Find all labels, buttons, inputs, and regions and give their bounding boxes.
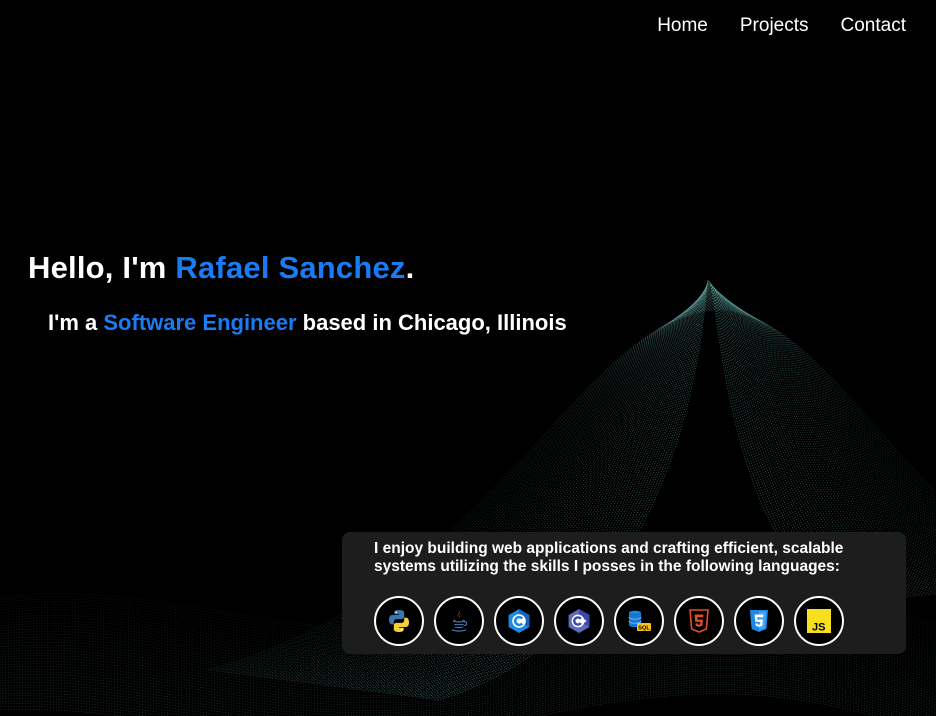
javascript-icon[interactable]: JS <box>794 596 844 646</box>
cplusplus-icon[interactable] <box>554 596 604 646</box>
portfolio-page: Home Projects Contact Hello, I'm Rafael … <box>0 0 936 716</box>
hero-heading: Hello, I'm Rafael Sanchez. <box>28 250 414 286</box>
java-icon[interactable] <box>434 596 484 646</box>
css3-icon[interactable] <box>734 596 784 646</box>
sql-icon[interactable]: SQL <box>614 596 664 646</box>
language-icon-row: SQL JS <box>374 596 874 646</box>
hero-sub-suffix: based in Chicago, Illinois <box>296 310 567 335</box>
hero-role: Software Engineer <box>103 310 297 335</box>
c-icon[interactable] <box>494 596 544 646</box>
nav-contact-link[interactable]: Contact <box>841 15 906 37</box>
hero-subtitle: I'm a Software Engineer based in Chicago… <box>48 310 567 336</box>
top-navigation: Home Projects Contact <box>657 15 906 37</box>
hero-name: Rafael Sanchez <box>175 250 406 285</box>
python-icon[interactable] <box>374 596 424 646</box>
svg-text:SQL: SQL <box>638 625 650 631</box>
skills-description: I enjoy building web applications and cr… <box>374 540 844 575</box>
nav-projects-link[interactable]: Projects <box>740 15 809 37</box>
skills-card: I enjoy building web applications and cr… <box>342 532 906 654</box>
hero-greeting: Hello, I'm <box>28 250 176 285</box>
hero-period: . <box>405 250 415 285</box>
html5-icon[interactable] <box>674 596 724 646</box>
wave-line <box>0 688 895 716</box>
hero-sub-prefix: I'm a <box>48 310 104 335</box>
svg-text:JS: JS <box>812 621 825 633</box>
nav-home-link[interactable]: Home <box>657 15 708 37</box>
